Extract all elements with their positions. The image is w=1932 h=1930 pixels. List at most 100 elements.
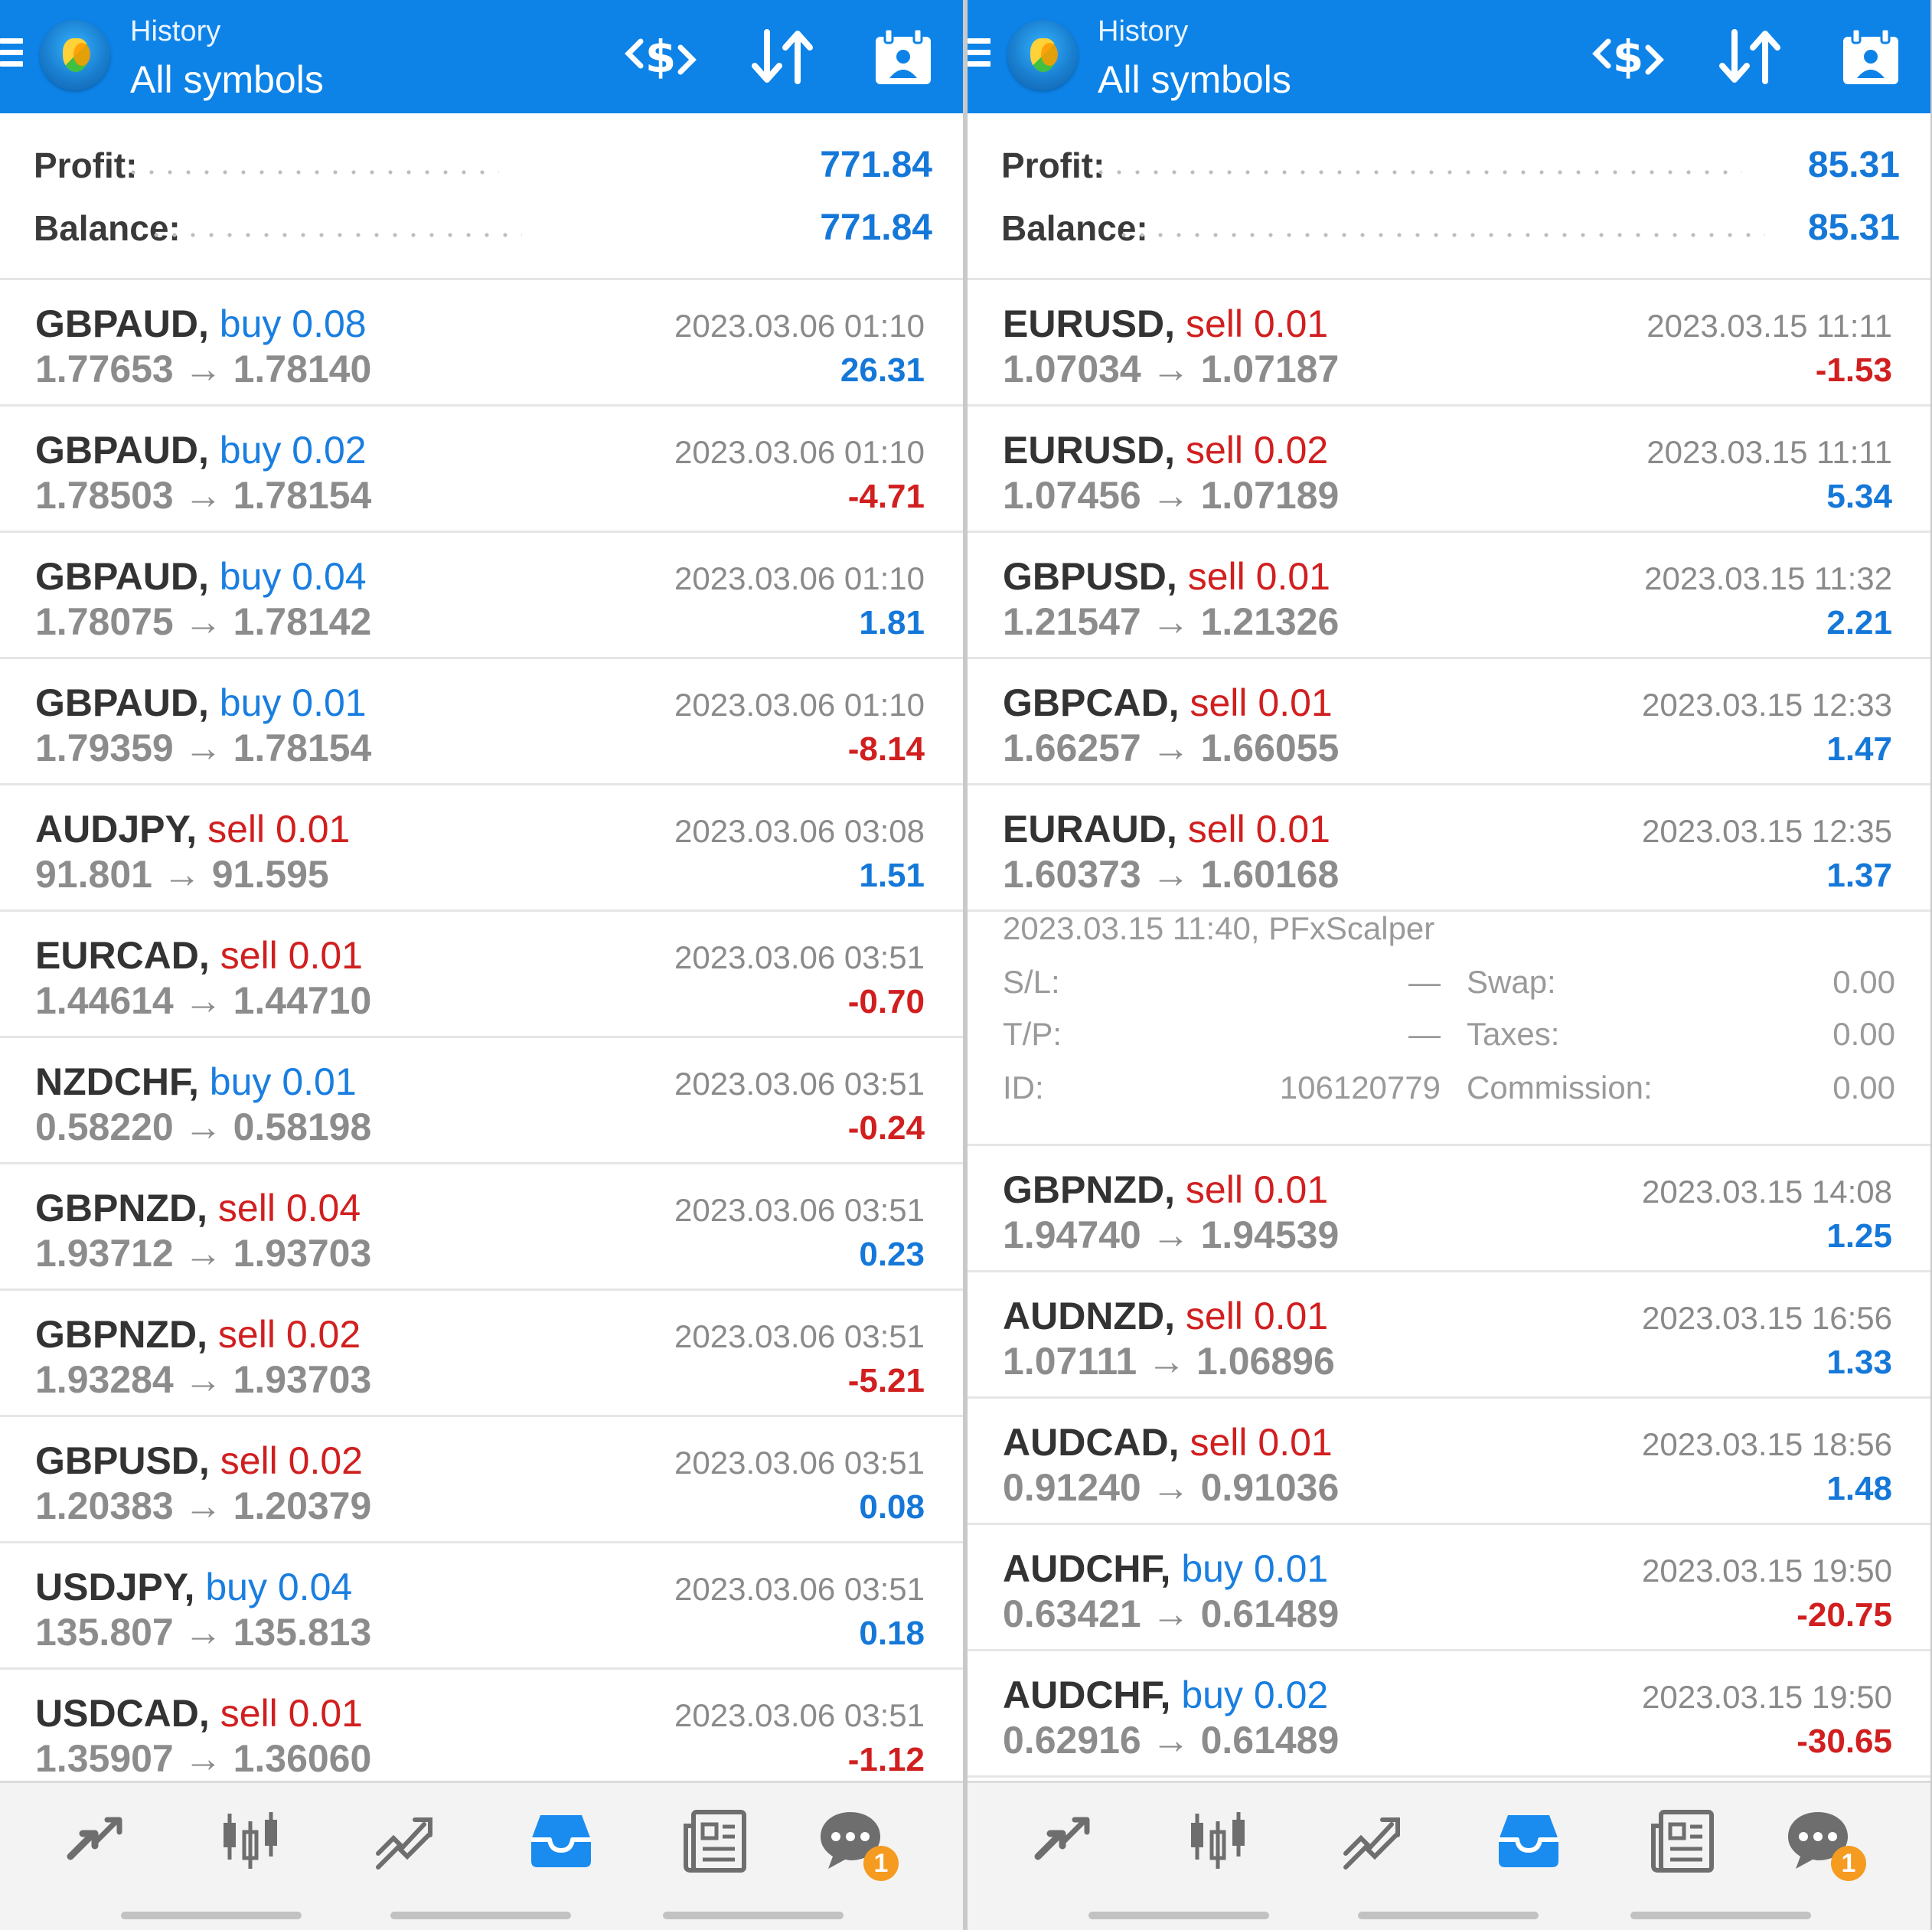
deal-symbol: GBPNZD, [35, 1313, 207, 1356]
arrow-icon: → [1147, 1340, 1186, 1383]
close-price: 0.91036 [1200, 1466, 1340, 1509]
deal-profit: -0.70 [847, 983, 925, 1021]
open-price: 1.21547 [1003, 600, 1141, 643]
news-icon[interactable] [681, 1806, 750, 1875]
chat-icon[interactable]: 1 [816, 1806, 899, 1881]
notification-badge: 1 [1831, 1846, 1866, 1881]
quotes-icon[interactable] [1027, 1806, 1096, 1875]
deal-direction: sell 0.01 [1187, 808, 1330, 851]
deal-row[interactable]: AUDJPY, sell 0.01 91.801 → 91.595 2023.0… [0, 785, 963, 912]
deal-time: 2023.03.06 03:51 [674, 1066, 925, 1102]
sort-icon[interactable] [749, 28, 818, 86]
quotes-icon[interactable] [60, 1806, 129, 1875]
hamburger-menu-icon[interactable] [0, 38, 23, 72]
hamburger-menu-icon[interactable] [968, 38, 990, 72]
deal-time: 2023.03.15 12:35 [1642, 813, 1892, 849]
deal-direction: sell 0.01 [1185, 1295, 1329, 1337]
deal-direction: sell 0.01 [220, 934, 363, 977]
open-price: 1.07456 [1003, 474, 1141, 517]
arrow-icon: → [184, 1611, 223, 1654]
deal-row[interactable]: GBPAUD, buy 0.04 1.78075 → 1.78142 2023.… [0, 533, 963, 659]
open-price: 0.91240 [1003, 1466, 1141, 1509]
trade-icon[interactable] [1338, 1806, 1407, 1875]
deal-symbol-line: GBPNZD, sell 0.01 [1003, 1166, 1328, 1213]
deal-direction: sell 0.02 [220, 1439, 363, 1482]
open-price: 1.07111 [1003, 1340, 1137, 1383]
deal-row[interactable]: AUDCAD, sell 0.01 0.91240 → 0.91036 2023… [968, 1399, 1930, 1525]
chart-icon[interactable] [1183, 1806, 1252, 1875]
close-price: 1.94539 [1200, 1213, 1340, 1256]
deal-time: 2023.03.15 16:56 [1642, 1300, 1892, 1336]
close-price: 0.61489 [1200, 1719, 1340, 1762]
deal-symbol-line: GBPAUD, buy 0.04 [35, 553, 367, 600]
deal-row[interactable]: NZDCHF, buy 0.01 0.58220 → 0.58198 2023.… [0, 1038, 963, 1164]
arrow-icon: → [1151, 600, 1190, 643]
commission-value: 0.00 [1832, 1070, 1895, 1105]
deal-row[interactable]: EURAUD, sell 0.01 1.60373 → 1.60168 2023… [968, 785, 1930, 912]
deal-row[interactable]: AUDNZD, sell 0.01 1.07111 → 1.06896 2023… [968, 1272, 1930, 1399]
deal-row[interactable]: EURUSD, sell 0.01 1.07034 → 1.07187 2023… [968, 280, 1930, 407]
deal-prices: 1.07456 → 1.07189 [1003, 472, 1339, 518]
deal-row[interactable]: AUDCHF, buy 0.01 0.63421 → 0.61489 2023.… [968, 1525, 1930, 1651]
deal-row[interactable]: GBPUSD, sell 0.02 1.20383 → 1.20379 2023… [0, 1417, 963, 1543]
deal-row[interactable]: GBPAUD, buy 0.01 1.79359 → 1.78154 2023.… [0, 659, 963, 785]
deal-row[interactable]: GBPNZD, sell 0.02 1.93284 → 1.93703 2023… [0, 1291, 963, 1417]
metatrader-logo-icon [1007, 20, 1078, 90]
deal-symbol-line: USDJPY, buy 0.04 [35, 1563, 352, 1611]
deal-time: 2023.03.06 03:51 [674, 1192, 925, 1228]
deal-row[interactable]: AUDCHF, buy 0.02 0.62916 → 0.61489 2023.… [968, 1651, 1930, 1778]
deal-profit: -30.65 [1797, 1723, 1892, 1760]
deal-symbol-line: EURUSD, sell 0.02 [1003, 426, 1328, 474]
deal-row[interactable]: EURCAD, sell 0.01 1.44614 → 1.44710 2023… [0, 912, 963, 1038]
history-icon[interactable] [527, 1806, 596, 1875]
taxes-value: 0.00 [1832, 1016, 1895, 1052]
deal-symbol: NZDCHF, [35, 1060, 199, 1103]
gesture-bar [1630, 1912, 1811, 1919]
history-icon[interactable] [1494, 1806, 1563, 1875]
deal-direction: buy 0.04 [219, 555, 367, 598]
open-price: 1.79359 [35, 727, 174, 769]
deal-row[interactable]: USDCAD, sell 0.01 1.35907 → 1.36060 2023… [0, 1670, 963, 1796]
deal-row[interactable]: GBPAUD, buy 0.08 1.77653 → 1.78140 2023.… [0, 280, 963, 407]
deal-row[interactable]: GBPNZD, sell 0.01 1.94740 → 1.94539 2023… [968, 1146, 1930, 1272]
chart-icon[interactable] [216, 1806, 285, 1875]
deal-currency-icon[interactable]: $ [1591, 28, 1665, 86]
deal-time: 2023.03.15 19:50 [1642, 1679, 1892, 1715]
symbol-filter-title[interactable]: All symbols [1098, 57, 1291, 103]
arrow-icon: → [1151, 853, 1190, 896]
deal-symbol-line: EURCAD, sell 0.01 [35, 932, 363, 979]
open-price: 1.07034 [1003, 348, 1141, 390]
deal-row[interactable]: EURUSD, sell 0.02 1.07456 → 1.07189 2023… [968, 407, 1930, 533]
deal-direction: buy 0.04 [205, 1566, 353, 1608]
deal-profit: 0.23 [859, 1236, 925, 1273]
calendar-icon[interactable] [1840, 28, 1901, 86]
chat-icon[interactable]: 1 [1784, 1806, 1866, 1881]
deal-time: 2023.03.15 18:56 [1642, 1426, 1892, 1462]
deal-direction: sell 0.02 [217, 1313, 361, 1356]
swap-value: 0.00 [1832, 964, 1895, 1000]
deal-time: 2023.03.06 03:08 [674, 813, 925, 849]
history-screen-left: History All symbols $ Profit: 771.84 Bal… [0, 0, 963, 1930]
deal-prices: 1.93284 → 1.93703 [35, 1357, 371, 1403]
top-bar: History All symbols $ [0, 0, 963, 113]
calendar-icon[interactable] [873, 28, 934, 86]
news-icon[interactable] [1649, 1806, 1718, 1875]
deal-row[interactable]: GBPAUD, buy 0.02 1.78503 → 1.78154 2023.… [0, 407, 963, 533]
deal-direction: buy 0.01 [1181, 1547, 1329, 1590]
svg-text:$: $ [645, 31, 676, 83]
deal-symbol: AUDCAD, [1003, 1421, 1180, 1464]
deal-currency-icon[interactable]: $ [624, 28, 697, 86]
deal-detail-panel: 2023.03.15 11:40, PFxScalper S/L: — T/P:… [968, 910, 1930, 1146]
symbol-filter-title[interactable]: All symbols [130, 57, 324, 103]
deal-row[interactable]: GBPCAD, sell 0.01 1.66257 → 1.66055 2023… [968, 659, 1930, 785]
deal-row[interactable]: USDJPY, buy 0.04 135.807 → 135.813 2023.… [0, 1543, 963, 1670]
trade-icon[interactable] [370, 1806, 439, 1875]
close-price: 1.21326 [1200, 600, 1340, 643]
deal-symbol-line: AUDNZD, sell 0.01 [1003, 1292, 1328, 1340]
deal-symbol: EURAUD, [1003, 808, 1177, 851]
sort-icon[interactable] [1716, 28, 1785, 86]
deal-row[interactable]: GBPNZD, sell 0.04 1.93712 → 1.93703 2023… [0, 1164, 963, 1291]
deal-time: 2023.03.06 03:51 [674, 1571, 925, 1607]
deal-row[interactable]: GBPUSD, sell 0.01 1.21547 → 1.21326 2023… [968, 533, 1930, 659]
deal-time: 2023.03.15 19:50 [1642, 1553, 1892, 1589]
